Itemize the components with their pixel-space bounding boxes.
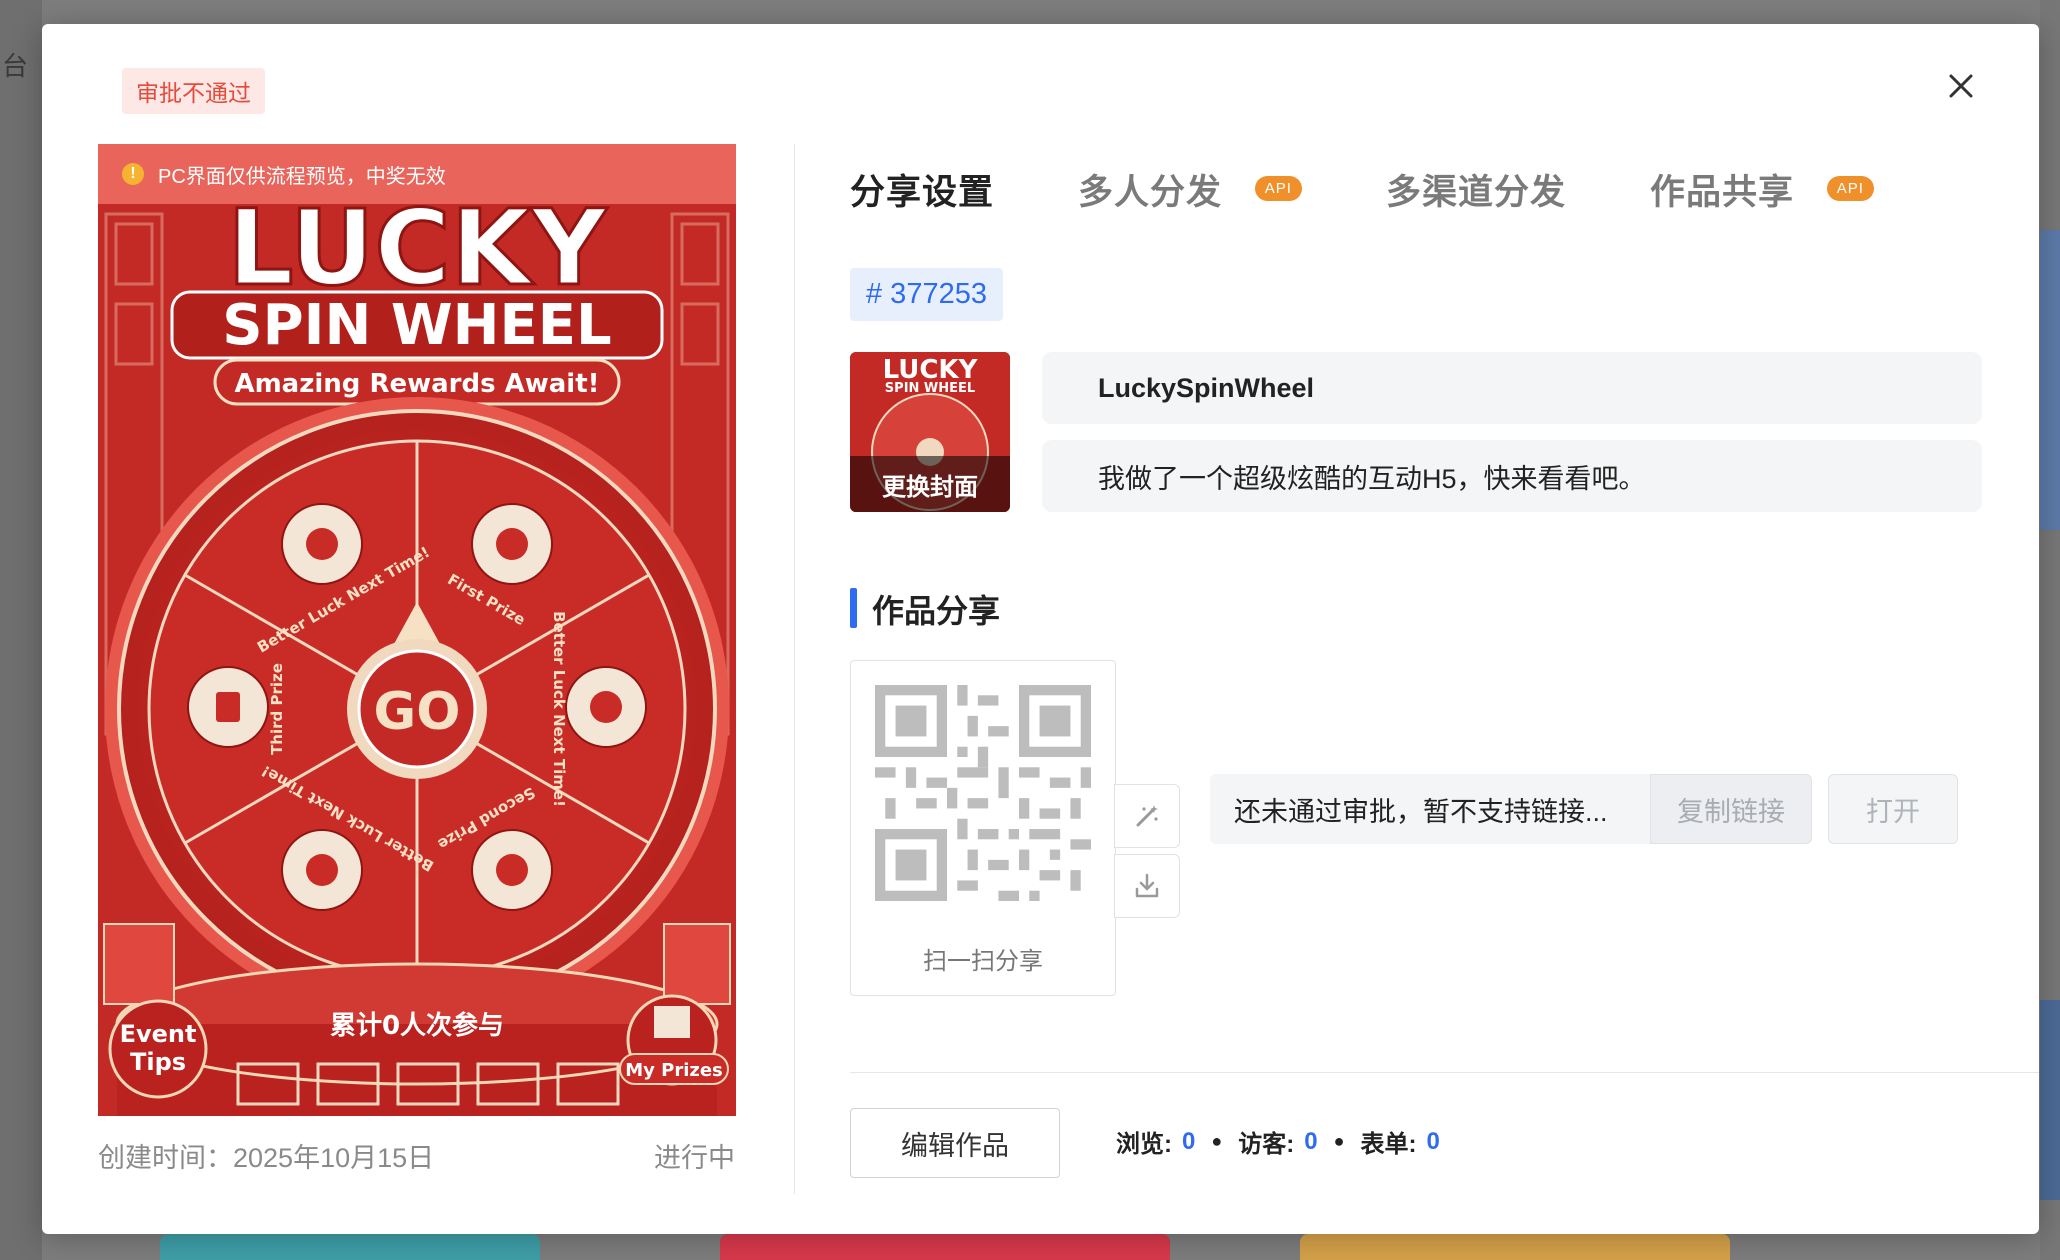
qr-caption: 扫一扫分享: [923, 948, 1043, 975]
separator-dot: ●: [1211, 1131, 1223, 1151]
warning-icon: !: [122, 163, 144, 185]
work-id-badge: # 377253: [850, 268, 1003, 321]
change-cover-label: 更换封面: [850, 456, 1010, 512]
backdrop-sidebar: [0, 0, 42, 1260]
separator-dot: ●: [1333, 1131, 1345, 1151]
participants-count: 累计0人次参与: [330, 1010, 504, 1041]
vertical-divider: [794, 144, 795, 1194]
poster-subheadline: SPIN WHEEL: [222, 293, 611, 358]
event-tips-line2: Tips: [130, 1048, 186, 1076]
tab-label: 作品共享: [1649, 173, 1794, 212]
tab-share-settings[interactable]: 分享设置: [850, 164, 994, 215]
backdrop-card: [720, 1234, 1170, 1260]
qr-code: [875, 685, 1091, 901]
forms-count: 0: [1426, 1127, 1440, 1155]
visitors-count: 0: [1304, 1127, 1318, 1155]
backdrop-card: [160, 1234, 540, 1260]
open-link-button[interactable]: 打开: [1828, 774, 1958, 844]
preview-warning: ! PC界面仅供流程预览，中奖无效: [98, 144, 736, 204]
go-label: GO: [374, 682, 461, 742]
share-tabs: 分享设置 多人分发 API 多渠道分发 作品共享 API: [850, 164, 1914, 215]
views-label: 浏览:: [1116, 1131, 1172, 1158]
description-field[interactable]: 我做了一个超级炫酷的互动H5，快来看看吧。: [1042, 440, 1982, 512]
share-modal: 审批不通过 LUCKY SPIN WHEEL Amazing Rewards A…: [42, 24, 2039, 1234]
event-tips-button[interactable]: Event Tips: [108, 999, 208, 1099]
edit-work-button[interactable]: 编辑作品: [850, 1108, 1060, 1178]
title-field[interactable]: LuckySpinWheel: [1042, 352, 1982, 424]
tab-multi-channel-distribution[interactable]: 多渠道分发: [1386, 164, 1566, 215]
tab-label: 多渠道分发: [1385, 173, 1566, 212]
visitors-label: 访客:: [1238, 1131, 1295, 1158]
backdrop-text: 台: [2, 51, 29, 81]
forms-label: 表单:: [1360, 1131, 1417, 1158]
created-date: 创建时间：2025年10月15日: [98, 1143, 435, 1173]
warning-text: PC界面仅供流程预览，中奖无效: [158, 165, 446, 188]
share-link-text: 还未通过审批，暂不支持链接...: [1234, 796, 1608, 827]
share-link-field[interactable]: 还未通过审批，暂不支持链接...: [1210, 774, 1650, 844]
poster-art: LUCKY SPIN WHEEL Amazing Rewards Await!: [98, 144, 736, 1116]
event-tips-line1: Event: [120, 1020, 197, 1048]
title-value: LuckySpinWheel: [1098, 372, 1315, 403]
horizontal-divider: [850, 1072, 2039, 1073]
cover-thumbnail[interactable]: LUCKY SPIN WHEEL 更换封面: [850, 352, 1010, 512]
download-qr-button[interactable]: [1114, 854, 1180, 918]
preview-poster: LUCKY SPIN WHEEL Amazing Rewards Await!: [98, 144, 736, 1116]
backdrop-right-card: [2040, 1000, 2060, 1200]
tab-work-sharing[interactable]: 作品共享 API: [1650, 164, 1874, 215]
stats-bar: 浏览: 0 ● 访客: 0 ● 表单: 0: [1116, 1124, 1440, 1159]
poster-tagline: Amazing Rewards Await!: [234, 369, 599, 399]
backdrop-card: [1300, 1234, 1730, 1260]
close-button[interactable]: [1939, 64, 1983, 108]
my-prizes-label: My Prizes: [625, 1060, 723, 1081]
tab-multi-user-distribution[interactable]: 多人分发 API: [1078, 164, 1302, 215]
api-badge: API: [1254, 176, 1302, 202]
close-icon: [1949, 74, 1973, 98]
segment-label: Third Prize: [268, 663, 286, 755]
download-icon: [1135, 873, 1159, 898]
description-value: 我做了一个超级炫酷的互动H5，快来看看吧。: [1098, 463, 1646, 494]
running-status: 进行中: [654, 1143, 735, 1173]
copy-link-button[interactable]: 复制链接: [1650, 774, 1812, 844]
qr-card: 扫一扫分享: [850, 660, 1116, 996]
beautify-qr-button[interactable]: [1114, 784, 1180, 848]
section-title: 作品分享: [850, 586, 1000, 632]
magic-wand-icon: [1136, 805, 1158, 827]
backdrop-right-card: [2040, 230, 2060, 530]
segment-label: Better Luck Next Time!: [550, 611, 568, 807]
status-badge: 审批不通过: [122, 68, 265, 114]
tab-label: 多人分发: [1078, 173, 1223, 212]
tab-label: 分享设置: [850, 173, 995, 212]
views-count: 0: [1182, 1127, 1196, 1155]
api-badge: API: [1826, 176, 1874, 202]
